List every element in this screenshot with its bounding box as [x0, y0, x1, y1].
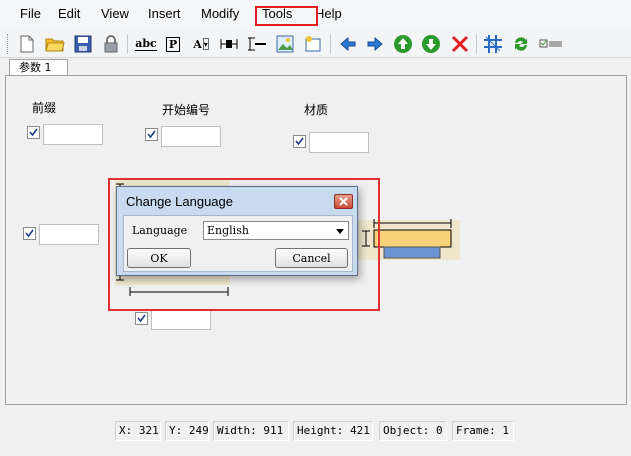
- checkmark-icon: [295, 137, 304, 146]
- arrow-up-icon[interactable]: [392, 33, 414, 55]
- toolbar: abc P A ▾: [0, 30, 631, 58]
- status-height: Height: 421: [293, 421, 373, 441]
- prefix-field[interactable]: [43, 124, 103, 145]
- toolbar-separator: [127, 34, 128, 54]
- checkmark-icon: [29, 128, 38, 137]
- status-frame: Frame: 1: [452, 421, 514, 441]
- status-bar: X: 321 Y: 249 Width: 911 Height: 421 Obj…: [0, 412, 631, 456]
- delete-icon[interactable]: [449, 33, 471, 55]
- left-field[interactable]: [39, 224, 99, 245]
- material-checkbox[interactable]: [293, 135, 306, 148]
- new-file-icon[interactable]: [16, 33, 38, 55]
- left-checkbox[interactable]: [23, 227, 36, 240]
- menu-insert[interactable]: Insert: [148, 6, 181, 21]
- arrow-down-icon[interactable]: [420, 33, 442, 55]
- status-object: Object: 0: [379, 421, 447, 441]
- dialog-highlight-box: [108, 178, 380, 311]
- frame-icon[interactable]: [302, 33, 324, 55]
- dimension-bar-shape: [373, 229, 452, 248]
- start-number-checkbox[interactable]: [145, 128, 158, 141]
- toolbar-separator: [330, 34, 331, 54]
- toggle-icon[interactable]: [538, 33, 564, 55]
- tools-highlight-box: [255, 6, 318, 26]
- horizontal-dim-icon[interactable]: [218, 33, 240, 55]
- menu-help[interactable]: Help: [315, 6, 342, 21]
- grid-icon[interactable]: [482, 33, 504, 55]
- abc-text-icon[interactable]: abc: [133, 33, 159, 55]
- menu-view[interactable]: View: [101, 6, 129, 21]
- checkmark-icon: [147, 130, 156, 139]
- refresh-icon[interactable]: [510, 33, 532, 55]
- material-field[interactable]: [309, 132, 369, 153]
- material-label: 材质: [304, 103, 329, 117]
- base-block-shape: [383, 246, 441, 259]
- bottom-field[interactable]: [151, 309, 211, 330]
- arrow-left-icon[interactable]: [337, 33, 359, 55]
- menu-edit[interactable]: Edit: [58, 6, 80, 21]
- open-folder-icon[interactable]: [44, 33, 66, 55]
- menu-file[interactable]: File: [20, 6, 41, 21]
- prefix-label: 前缀: [32, 101, 57, 115]
- checkmark-icon: [25, 229, 34, 238]
- start-number-label: 开始编号: [162, 103, 211, 117]
- image-icon[interactable]: [274, 33, 296, 55]
- toolbar-grip[interactable]: [7, 34, 10, 54]
- p-text-icon[interactable]: P: [162, 33, 184, 55]
- start-number-field[interactable]: [161, 126, 221, 147]
- toolbar-separator: [476, 34, 477, 54]
- lock-icon[interactable]: [100, 33, 122, 55]
- status-y: Y: 249: [165, 421, 209, 441]
- menu-modify[interactable]: Modify: [201, 6, 239, 21]
- prefix-checkbox[interactable]: [27, 126, 40, 139]
- status-width: Width: 911: [213, 421, 289, 441]
- a-dropdown-icon[interactable]: A ▾: [190, 33, 212, 55]
- vertical-dim-icon[interactable]: [246, 33, 268, 55]
- menu-bar: File Edit View Insert Modify Tools Help: [0, 0, 631, 30]
- arrow-right-icon[interactable]: [364, 33, 386, 55]
- bottom-checkbox[interactable]: [135, 312, 148, 325]
- tab-strip: 参数 1: [0, 58, 631, 77]
- status-x: X: 321: [115, 421, 161, 441]
- checkmark-icon: [137, 314, 146, 323]
- save-icon[interactable]: [72, 33, 94, 55]
